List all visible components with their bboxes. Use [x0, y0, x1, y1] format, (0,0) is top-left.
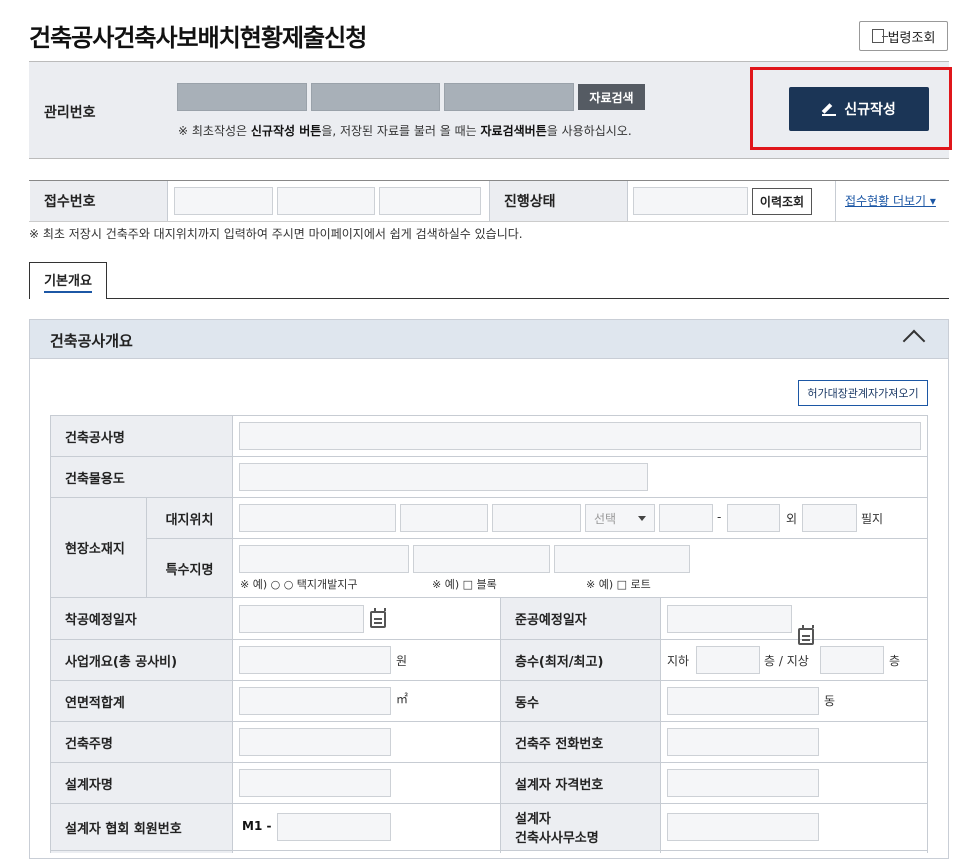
management-note: ※ 최초작성은 신규작성 버튼을, 저장된 자료를 불러 올 때는 자료검색버튼… — [178, 124, 632, 138]
receipt-number-label: 접수번호 — [30, 181, 167, 221]
page-title: 건축공사건축사보배치현황제출신청 — [29, 24, 367, 52]
new-create-button[interactable]: 신규작성 — [789, 87, 929, 131]
sqm-unit: ㎡ — [396, 692, 409, 706]
total-area-label: 연면적합계 — [51, 681, 232, 721]
member-prefix: M1 - — [242, 819, 272, 833]
outside-text: 외 — [786, 512, 798, 526]
designer-name-label: 설계자명 — [51, 763, 232, 803]
document-icon — [871, 29, 888, 43]
owner-name-input[interactable] — [239, 728, 391, 756]
lot-dash: - — [717, 510, 722, 524]
owner-phone-label: 건축주 전화번호 — [501, 722, 660, 762]
example-district: ※ 예) ○ ○ 택지개발지구 — [240, 578, 358, 591]
tab-basic-overview[interactable]: 기본개요 — [29, 262, 107, 299]
parcel-unit-text: 필지 — [861, 512, 884, 526]
land-location-input-1[interactable] — [239, 504, 396, 532]
receipt-number-field-2[interactable] — [277, 187, 375, 215]
start-date-label: 착공예정일자 — [51, 598, 232, 639]
won-unit: 원 — [396, 654, 408, 668]
land-location-input-3[interactable] — [492, 504, 581, 532]
receipt-number-field-3[interactable] — [379, 187, 481, 215]
start-date-input[interactable] — [239, 605, 364, 633]
floor-unit-text: 층 — [889, 654, 901, 668]
basement-text: 지하 — [667, 654, 690, 668]
total-area-input[interactable] — [239, 687, 391, 715]
fetch-permit-parties-button[interactable]: 허가대장관계자가져오기 — [798, 380, 928, 406]
new-create-label: 신규작성 — [844, 102, 896, 118]
main-lot-number-input[interactable] — [659, 504, 713, 532]
chevron-down-icon — [638, 515, 646, 521]
law-lookup-label: 법령조회 — [887, 30, 936, 46]
designer-member-no-input[interactable] — [277, 813, 391, 841]
purpose-input[interactable] — [239, 463, 648, 491]
data-search-button[interactable]: 자료검색 — [578, 84, 645, 110]
management-number-label: 관리번호 — [44, 105, 96, 121]
status-label: 진행상태 — [490, 181, 627, 221]
project-name-label: 건축공사명 — [51, 416, 232, 456]
management-number-field-2[interactable] — [311, 83, 440, 111]
receipt-more-link[interactable]: 접수현황 더보기 ▾ — [845, 192, 936, 209]
land-location-label: 대지위치 — [147, 498, 232, 538]
floors-label: 층수(최저/최고) — [501, 640, 660, 680]
site-location-label: 현장소재지 — [51, 498, 146, 597]
sub-lot-number-input[interactable] — [727, 504, 780, 532]
parcel-count-input[interactable] — [802, 504, 857, 532]
basement-floors-input[interactable] — [696, 646, 760, 674]
calendar-icon[interactable] — [370, 608, 386, 628]
business-cost-label: 사업개요(총 공사비) — [51, 640, 232, 680]
receipt-number-field-1[interactable] — [174, 187, 273, 215]
section-header[interactable] — [30, 320, 948, 359]
section-title: 건축공사개요 — [50, 332, 133, 350]
example-lot: ※ 예) □ 로트 — [586, 578, 651, 591]
management-number-field-3[interactable] — [444, 83, 574, 111]
calendar-icon[interactable] — [798, 625, 814, 645]
owner-name-label: 건축주명 — [51, 722, 232, 762]
designer-office-input[interactable] — [667, 813, 819, 841]
history-button[interactable]: 이력조회 — [752, 188, 812, 215]
building-count-input[interactable] — [667, 687, 819, 715]
above-ground-floors-input[interactable] — [820, 646, 884, 674]
land-location-input-2[interactable] — [400, 504, 488, 532]
building-count-label: 동수 — [501, 681, 660, 721]
purpose-label: 건축물용도 — [51, 457, 232, 497]
pencil-icon — [822, 102, 837, 116]
completion-date-input[interactable] — [667, 605, 792, 633]
receipt-note: ※ 최초 저장시 건축주와 대지위치까지 입력하여 주시면 마이페이지에서 쉽게… — [29, 227, 523, 241]
designer-license-input[interactable] — [667, 769, 819, 797]
special-place-input-3[interactable] — [554, 545, 690, 573]
owner-phone-input[interactable] — [667, 728, 819, 756]
management-number-field-1[interactable] — [177, 83, 307, 111]
special-place-label: 특수지명 — [147, 539, 232, 597]
status-field[interactable] — [633, 187, 748, 215]
project-name-input[interactable] — [239, 422, 921, 450]
designer-license-label: 설계자 자격번호 — [501, 763, 660, 803]
tab-label: 기본개요 — [44, 270, 92, 293]
designer-office-label: 설계자 건축사사무소명 — [501, 804, 660, 850]
example-block: ※ 예) □ 블록 — [432, 578, 497, 591]
designer-name-input[interactable] — [239, 769, 391, 797]
tab-underline — [107, 298, 949, 299]
special-place-input-1[interactable] — [239, 545, 409, 573]
land-type-select[interactable]: 선택 — [585, 504, 655, 532]
law-lookup-button[interactable]: 법령조회 — [859, 21, 948, 51]
dong-unit: 동 — [824, 694, 836, 708]
business-cost-input[interactable] — [239, 646, 391, 674]
designer-member-no-label: 설계자 협회 회원번호 — [51, 804, 232, 850]
completion-date-label: 준공예정일자 — [501, 598, 660, 639]
special-place-input-2[interactable] — [413, 545, 550, 573]
floor-separator-text: 층 / 지상 — [764, 654, 809, 668]
